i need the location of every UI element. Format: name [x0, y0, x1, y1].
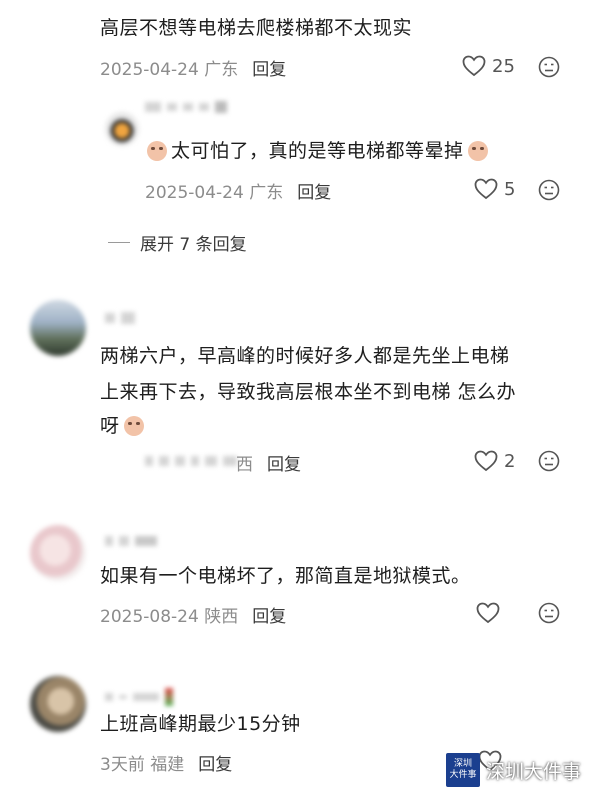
divider-line — [108, 242, 130, 243]
like-button[interactable] — [476, 602, 500, 624]
heart-outline-icon — [474, 178, 498, 200]
watermark-logo-bottom: 大件事 — [449, 770, 477, 780]
comment-meta: 3天前 福建 — [100, 755, 185, 775]
username-redacted[interactable] — [145, 101, 227, 113]
comment-meta: 2025-08-24 陕西 — [100, 607, 239, 627]
like-button[interactable]: 5 — [474, 178, 515, 200]
comment-meta-row: 3天前 福建 回复 — [100, 750, 232, 775]
username-redacted[interactable] — [105, 688, 173, 706]
avatar[interactable] — [30, 525, 86, 581]
reply-button[interactable]: 回复 — [267, 450, 301, 475]
like-button[interactable]: 2 — [474, 450, 515, 472]
comment-meta-row: 2025-08-24 陕西 回复 — [100, 602, 286, 627]
reply-button[interactable]: 回复 — [252, 602, 286, 627]
like-button[interactable]: 25 — [462, 55, 515, 77]
reply-button[interactable]: 回复 — [297, 178, 331, 203]
username-redacted[interactable] — [105, 536, 157, 546]
comment-text: 如果有一个电梯坏了，那简直是地狱模式。 — [100, 565, 471, 587]
comment-text-line-3-row: 呀 — [100, 408, 144, 444]
comment-meta-row: 2025-04-24 广东 回复 — [100, 55, 286, 80]
sad-face-icon[interactable] — [538, 179, 560, 201]
reply-button[interactable]: 回复 — [252, 55, 286, 80]
comment-meta-location: 西 — [236, 455, 253, 475]
reply-text: 太可怕了，真的是等电梯都等晕掉 — [171, 140, 464, 162]
reply-meta-row: 2025-04-24 广东 回复 — [145, 178, 331, 203]
comment-text-line-2: 上来再下去，导致我高层根本坐不到电梯 怎么办 — [100, 381, 517, 403]
comment-text: 高层不想等电梯去爬楼梯都不太现实 — [100, 17, 413, 39]
crying-emoji-icon — [123, 416, 144, 436]
watermark-logo-top: 深圳 — [453, 759, 472, 769]
expand-replies-button[interactable]: 展开 7 条回复 — [108, 230, 247, 255]
reply-button[interactable]: 回复 — [198, 750, 232, 775]
meta-redacted — [145, 456, 237, 466]
watermark-label: 深圳大件事 — [486, 760, 582, 783]
reply-text-row: 太可怕了，真的是等电梯都等晕掉 — [147, 133, 488, 169]
sad-face-icon[interactable] — [538, 56, 560, 78]
sad-face-icon[interactable] — [538, 450, 560, 472]
comment-meta: 2025-04-24 广东 — [100, 60, 239, 80]
comment-meta-row: 西 回复 — [236, 450, 301, 475]
expand-replies-label: 展开 7 条回复 — [140, 235, 247, 255]
comment-text-line-1: 两梯六户，早高峰的时候好多人都是先坐上电梯 — [100, 345, 510, 367]
sad-face-icon[interactable] — [538, 602, 560, 624]
heart-outline-icon — [462, 55, 486, 77]
comment-text-line-3: 呀 — [100, 415, 120, 437]
avatar[interactable] — [105, 112, 139, 146]
heart-outline-icon — [476, 602, 500, 624]
username-redacted[interactable] — [105, 312, 135, 324]
avatar[interactable] — [30, 676, 86, 732]
avatar[interactable] — [30, 300, 86, 356]
crying-emoji-icon — [147, 141, 167, 161]
watermark: 深圳 大件事 深圳大件事 — [446, 753, 581, 787]
crying-emoji-icon — [467, 141, 488, 161]
reply-meta: 2025-04-24 广东 — [145, 183, 284, 203]
like-count: 2 — [504, 450, 516, 472]
heart-outline-icon — [474, 450, 498, 472]
comment-text: 上班高峰期最少15分钟 — [100, 713, 301, 735]
watermark-logo: 深圳 大件事 — [446, 753, 480, 787]
like-count: 5 — [504, 178, 516, 200]
like-count: 25 — [492, 55, 515, 77]
